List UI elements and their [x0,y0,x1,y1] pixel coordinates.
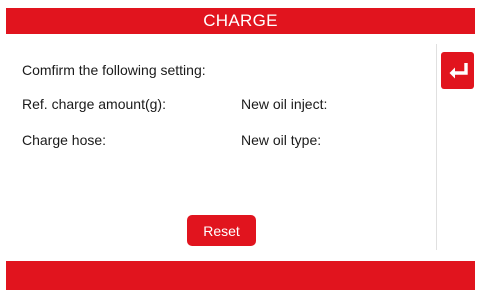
reset-button[interactable]: Reset [187,215,256,246]
charge-screen: CHARGE Comfirm the following setting: Re… [0,0,481,296]
return-enter-icon [447,62,469,79]
reset-button-label: Reset [203,222,240,239]
side-divider [436,44,437,250]
new-oil-inject-label: New oil inject: [241,96,328,112]
ref-charge-amount-label: Ref. charge amount(g): [22,96,166,112]
title-bar: CHARGE [6,8,475,34]
charge-hose-label: Charge hose: [22,132,107,148]
confirm-prompt: Comfirm the following setting: [22,62,206,78]
new-oil-type-label: New oil type: [241,132,322,148]
back-button[interactable] [441,52,474,89]
bottom-bar [6,261,475,290]
page-title: CHARGE [203,11,278,30]
